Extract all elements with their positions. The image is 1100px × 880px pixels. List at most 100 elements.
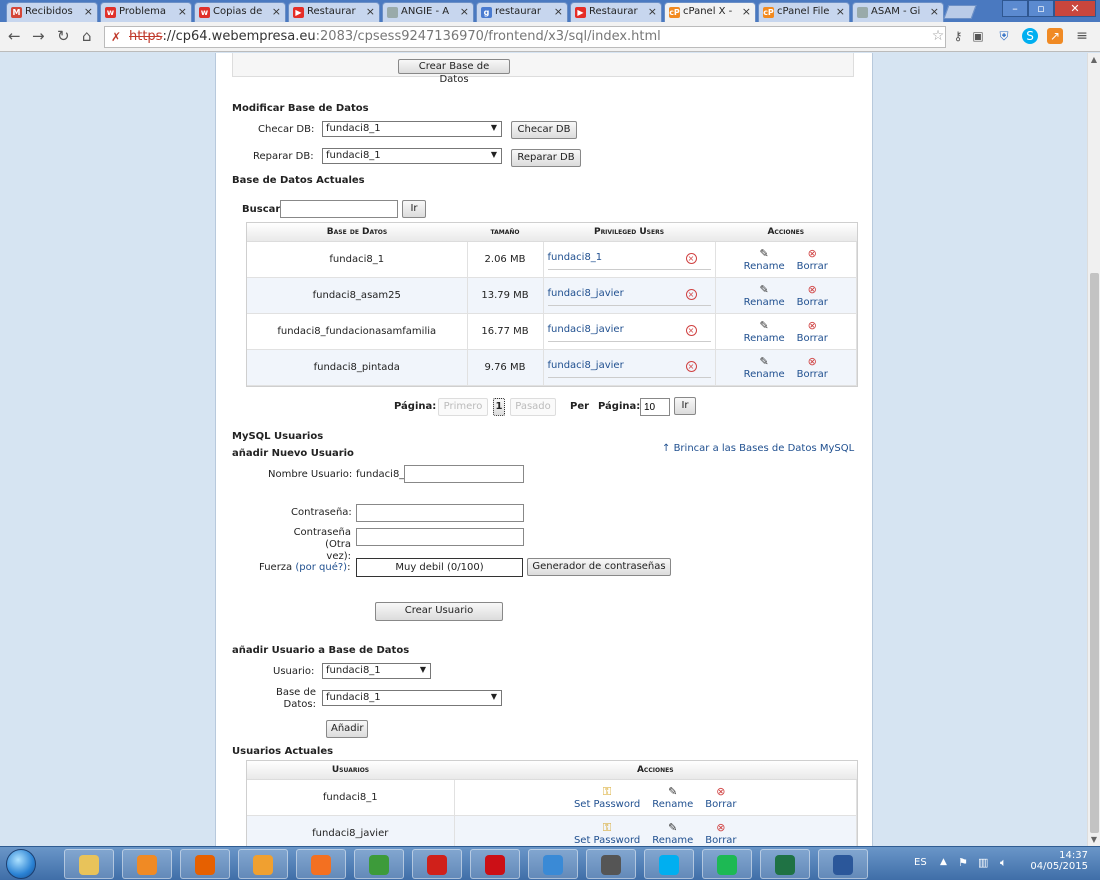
revoke-user-icon[interactable]: × [685, 325, 697, 336]
scroll-up-icon[interactable]: ▲ [1088, 55, 1100, 64]
reload-icon[interactable]: ↻ [57, 27, 70, 45]
flag-icon[interactable]: ⚑ [958, 856, 968, 869]
delete-db-button[interactable]: ⊗ Borrar [797, 247, 828, 272]
username-input[interactable] [404, 465, 524, 483]
maximize-button[interactable]: ▫ [1028, 0, 1054, 17]
new-tab-button[interactable] [943, 5, 977, 19]
forward-arrow-icon[interactable]: → [32, 27, 45, 45]
password-confirm-input[interactable] [356, 528, 524, 546]
volume-icon[interactable]: 🔈︎ [1000, 856, 1007, 870]
browser-tab[interactable]: M Recibidos × [6, 2, 98, 22]
browser-tab[interactable]: w Copias de × [194, 2, 286, 22]
rename-db-button[interactable]: ✎ Rename [744, 247, 785, 272]
rename-db-button[interactable]: ✎ Rename [744, 319, 785, 344]
check-db-button[interactable]: Checar DB [511, 121, 577, 139]
browser-tab[interactable]: ▶ Restaurar × [288, 2, 380, 22]
skype-extension-icon[interactable]: S [1022, 28, 1038, 44]
bookmark-star-icon[interactable]: ☆ [930, 28, 946, 44]
create-db-button[interactable]: Crear Base de Datos [398, 59, 510, 85]
password-input[interactable] [356, 504, 524, 522]
address-bar[interactable]: ✗ https://cp64.webempresa.eu:2083/cpsess… [104, 26, 946, 48]
tab-close-icon[interactable]: × [460, 5, 469, 18]
taskbar-app[interactable] [470, 849, 520, 879]
repair-db-select[interactable]: fundaci8_1 ▼ [322, 148, 502, 164]
delete-user-button[interactable]: ⊗ Borrar [705, 821, 736, 846]
revoke-user-icon[interactable]: × [685, 289, 697, 300]
taskbar-app[interactable] [586, 849, 636, 879]
extension-key-icon[interactable]: ⚷ [950, 28, 966, 44]
privileged-user-link[interactable]: fundaci8_javier [548, 288, 624, 299]
tab-close-icon[interactable]: × [366, 5, 375, 18]
db-select[interactable]: fundaci8_1 ▼ [322, 690, 502, 706]
password-generator-button[interactable]: Generador de contraseñas [527, 558, 671, 576]
last-page-button[interactable]: Pasado [510, 398, 556, 416]
privileged-user-link[interactable]: fundaci8_1 [548, 252, 603, 263]
minimize-button[interactable]: – [1002, 0, 1028, 17]
taskbar-app[interactable] [818, 849, 868, 879]
browser-tab[interactable]: cP cPanel File × [758, 2, 850, 22]
tab-close-icon[interactable]: × [648, 5, 657, 18]
per-page-go-button[interactable]: Ir [674, 397, 696, 415]
revoke-user-icon[interactable]: × [685, 361, 697, 372]
tab-close-icon[interactable]: × [272, 5, 281, 18]
delete-user-button[interactable]: ⊗ Borrar [705, 785, 736, 810]
taskbar-app[interactable] [180, 849, 230, 879]
tab-close-icon[interactable]: × [836, 5, 845, 18]
home-icon[interactable]: ⌂ [82, 27, 92, 45]
taskbar-app[interactable] [702, 849, 752, 879]
privileged-user-link[interactable]: fundaci8_javier [548, 360, 624, 371]
add-user-db-button[interactable]: Añadir [326, 720, 368, 738]
start-button[interactable] [6, 849, 36, 879]
delete-db-button[interactable]: ⊗ Borrar [797, 355, 828, 380]
clock[interactable]: 14:37 04/05/2015 [1030, 850, 1088, 872]
close-window-button[interactable]: ✕ [1054, 0, 1096, 17]
taskbar-app[interactable] [644, 849, 694, 879]
tab-close-icon[interactable]: × [84, 5, 93, 18]
db-search-button[interactable]: Ir [402, 200, 426, 218]
rename-db-button[interactable]: ✎ Rename [744, 283, 785, 308]
taskbar-app[interactable] [760, 849, 810, 879]
taskbar-app[interactable] [412, 849, 462, 879]
current-page-button[interactable]: 1 [493, 398, 505, 416]
tray-expand-icon[interactable]: ▲ [940, 857, 947, 867]
create-user-button[interactable]: Crear Usuario [375, 602, 503, 621]
taskbar-app[interactable] [354, 849, 404, 879]
taskbar-app[interactable] [122, 849, 172, 879]
chart-extension-icon[interactable]: ↗ [1047, 28, 1063, 44]
tab-close-icon[interactable]: × [930, 5, 939, 18]
browser-tab[interactable]: cP cPanel X - × [664, 2, 756, 23]
tab-close-icon[interactable]: × [554, 5, 563, 18]
rename-user-button[interactable]: ✎ Rename [652, 785, 693, 810]
browser-tab[interactable]: ASAM - Gi × [852, 2, 944, 22]
scrollbar-thumb[interactable] [1090, 273, 1099, 833]
jump-to-dbs-link[interactable]: ↑ Brincar a las Bases de Datos MySQL [662, 443, 854, 454]
first-page-button[interactable]: Primero [438, 398, 488, 416]
db-search-input[interactable] [280, 200, 398, 218]
set-password-button[interactable]: ⚿ Set Password [574, 821, 640, 846]
browser-tab[interactable]: g restaurar × [476, 2, 568, 22]
browser-tab[interactable]: w Problema × [100, 2, 192, 22]
rename-db-button[interactable]: ✎ Rename [744, 355, 785, 380]
why-link[interactable]: (por qué?) [295, 562, 347, 573]
shield-extension-icon[interactable]: ⛨ [996, 28, 1012, 44]
scroll-down-icon[interactable]: ▼ [1088, 835, 1100, 844]
taskbar-app[interactable] [296, 849, 346, 879]
extension-page-icon[interactable]: ▣ [970, 28, 986, 44]
tab-close-icon[interactable]: × [178, 5, 187, 18]
set-password-button[interactable]: ⚿ Set Password [574, 785, 640, 810]
col-users[interactable]: Usuarios [247, 761, 454, 780]
delete-db-button[interactable]: ⊗ Borrar [797, 283, 828, 308]
back-arrow-icon[interactable]: ← [8, 27, 21, 45]
user-select[interactable]: fundaci8_1 ▼ [322, 663, 431, 679]
check-db-select[interactable]: fundaci8_1 ▼ [322, 121, 502, 137]
menu-icon[interactable]: ≡ [1074, 28, 1090, 44]
vertical-scrollbar[interactable]: ▲ ▼ [1087, 53, 1100, 846]
taskbar-app[interactable] [64, 849, 114, 879]
input-language[interactable]: ES [914, 857, 927, 868]
per-page-input[interactable] [640, 398, 670, 416]
browser-tab[interactable]: ▶ Restaurar × [570, 2, 662, 22]
rename-user-button[interactable]: ✎ Rename [652, 821, 693, 846]
taskbar-app[interactable] [528, 849, 578, 879]
browser-tab[interactable]: ANGIE - A × [382, 2, 474, 22]
repair-db-button[interactable]: Reparar DB [511, 149, 581, 167]
